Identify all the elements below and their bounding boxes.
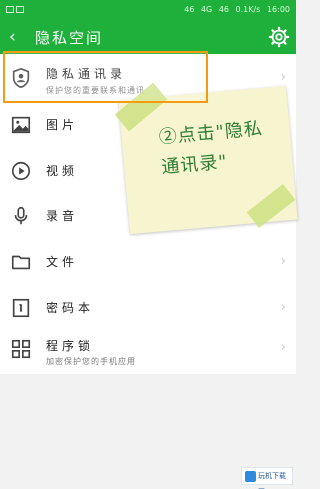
app-grid-icon bbox=[11, 339, 31, 359]
menu-item-app-lock[interactable]: 程序锁 加密保护您的手机应用 › bbox=[0, 330, 296, 374]
signal-2: 46 bbox=[218, 5, 229, 14]
annotation-text: ②点击"隐私通讯录" bbox=[157, 118, 264, 179]
status-bar: 46 4G 46 0.1K/s 16:00 bbox=[0, 0, 296, 22]
gear-icon[interactable] bbox=[268, 26, 290, 48]
menu-item-label: 程序锁 bbox=[46, 339, 95, 353]
clock: 16:00 bbox=[266, 5, 290, 14]
chevron-right-icon: › bbox=[280, 340, 286, 355]
chevron-right-icon: › bbox=[280, 300, 286, 315]
notification-icons bbox=[6, 6, 28, 14]
speed: 0.1K/s bbox=[235, 5, 261, 14]
back-button[interactable]: ‹ bbox=[9, 27, 16, 47]
menu-item-label: 文件 bbox=[46, 255, 79, 269]
app-bar: ‹ 隐私空间 bbox=[0, 22, 296, 54]
menu-item-label: 录音 bbox=[46, 209, 79, 223]
chevron-right-icon: › bbox=[280, 254, 286, 269]
menu-item-subtitle: 加密保护您的手机应用 bbox=[46, 357, 136, 366]
network-type: 4G bbox=[200, 5, 213, 14]
highlight-box bbox=[3, 51, 208, 103]
folder-icon bbox=[11, 255, 31, 270]
play-circle-icon bbox=[11, 161, 31, 181]
notebook-icon bbox=[12, 298, 30, 318]
microphone-icon bbox=[14, 206, 28, 225]
menu-item-files[interactable]: 文件 › bbox=[0, 240, 296, 286]
watermark-icon bbox=[245, 471, 256, 482]
menu-item-label: 图片 bbox=[46, 118, 79, 132]
menu-item-label: 密码本 bbox=[46, 301, 95, 315]
image-icon bbox=[11, 116, 31, 134]
watermark-logo: 玩机下载网 bbox=[241, 467, 293, 489]
page-title: 隐私空间 bbox=[35, 29, 104, 47]
signal-1: 46 bbox=[184, 5, 195, 14]
chevron-right-icon: › bbox=[280, 70, 286, 85]
menu-item-password-book[interactable]: 密码本 › bbox=[0, 286, 296, 332]
status-indicators: 46 4G 46 0.1K/s 16:00 bbox=[180, 5, 290, 14]
menu-item-label: 视频 bbox=[46, 164, 79, 178]
